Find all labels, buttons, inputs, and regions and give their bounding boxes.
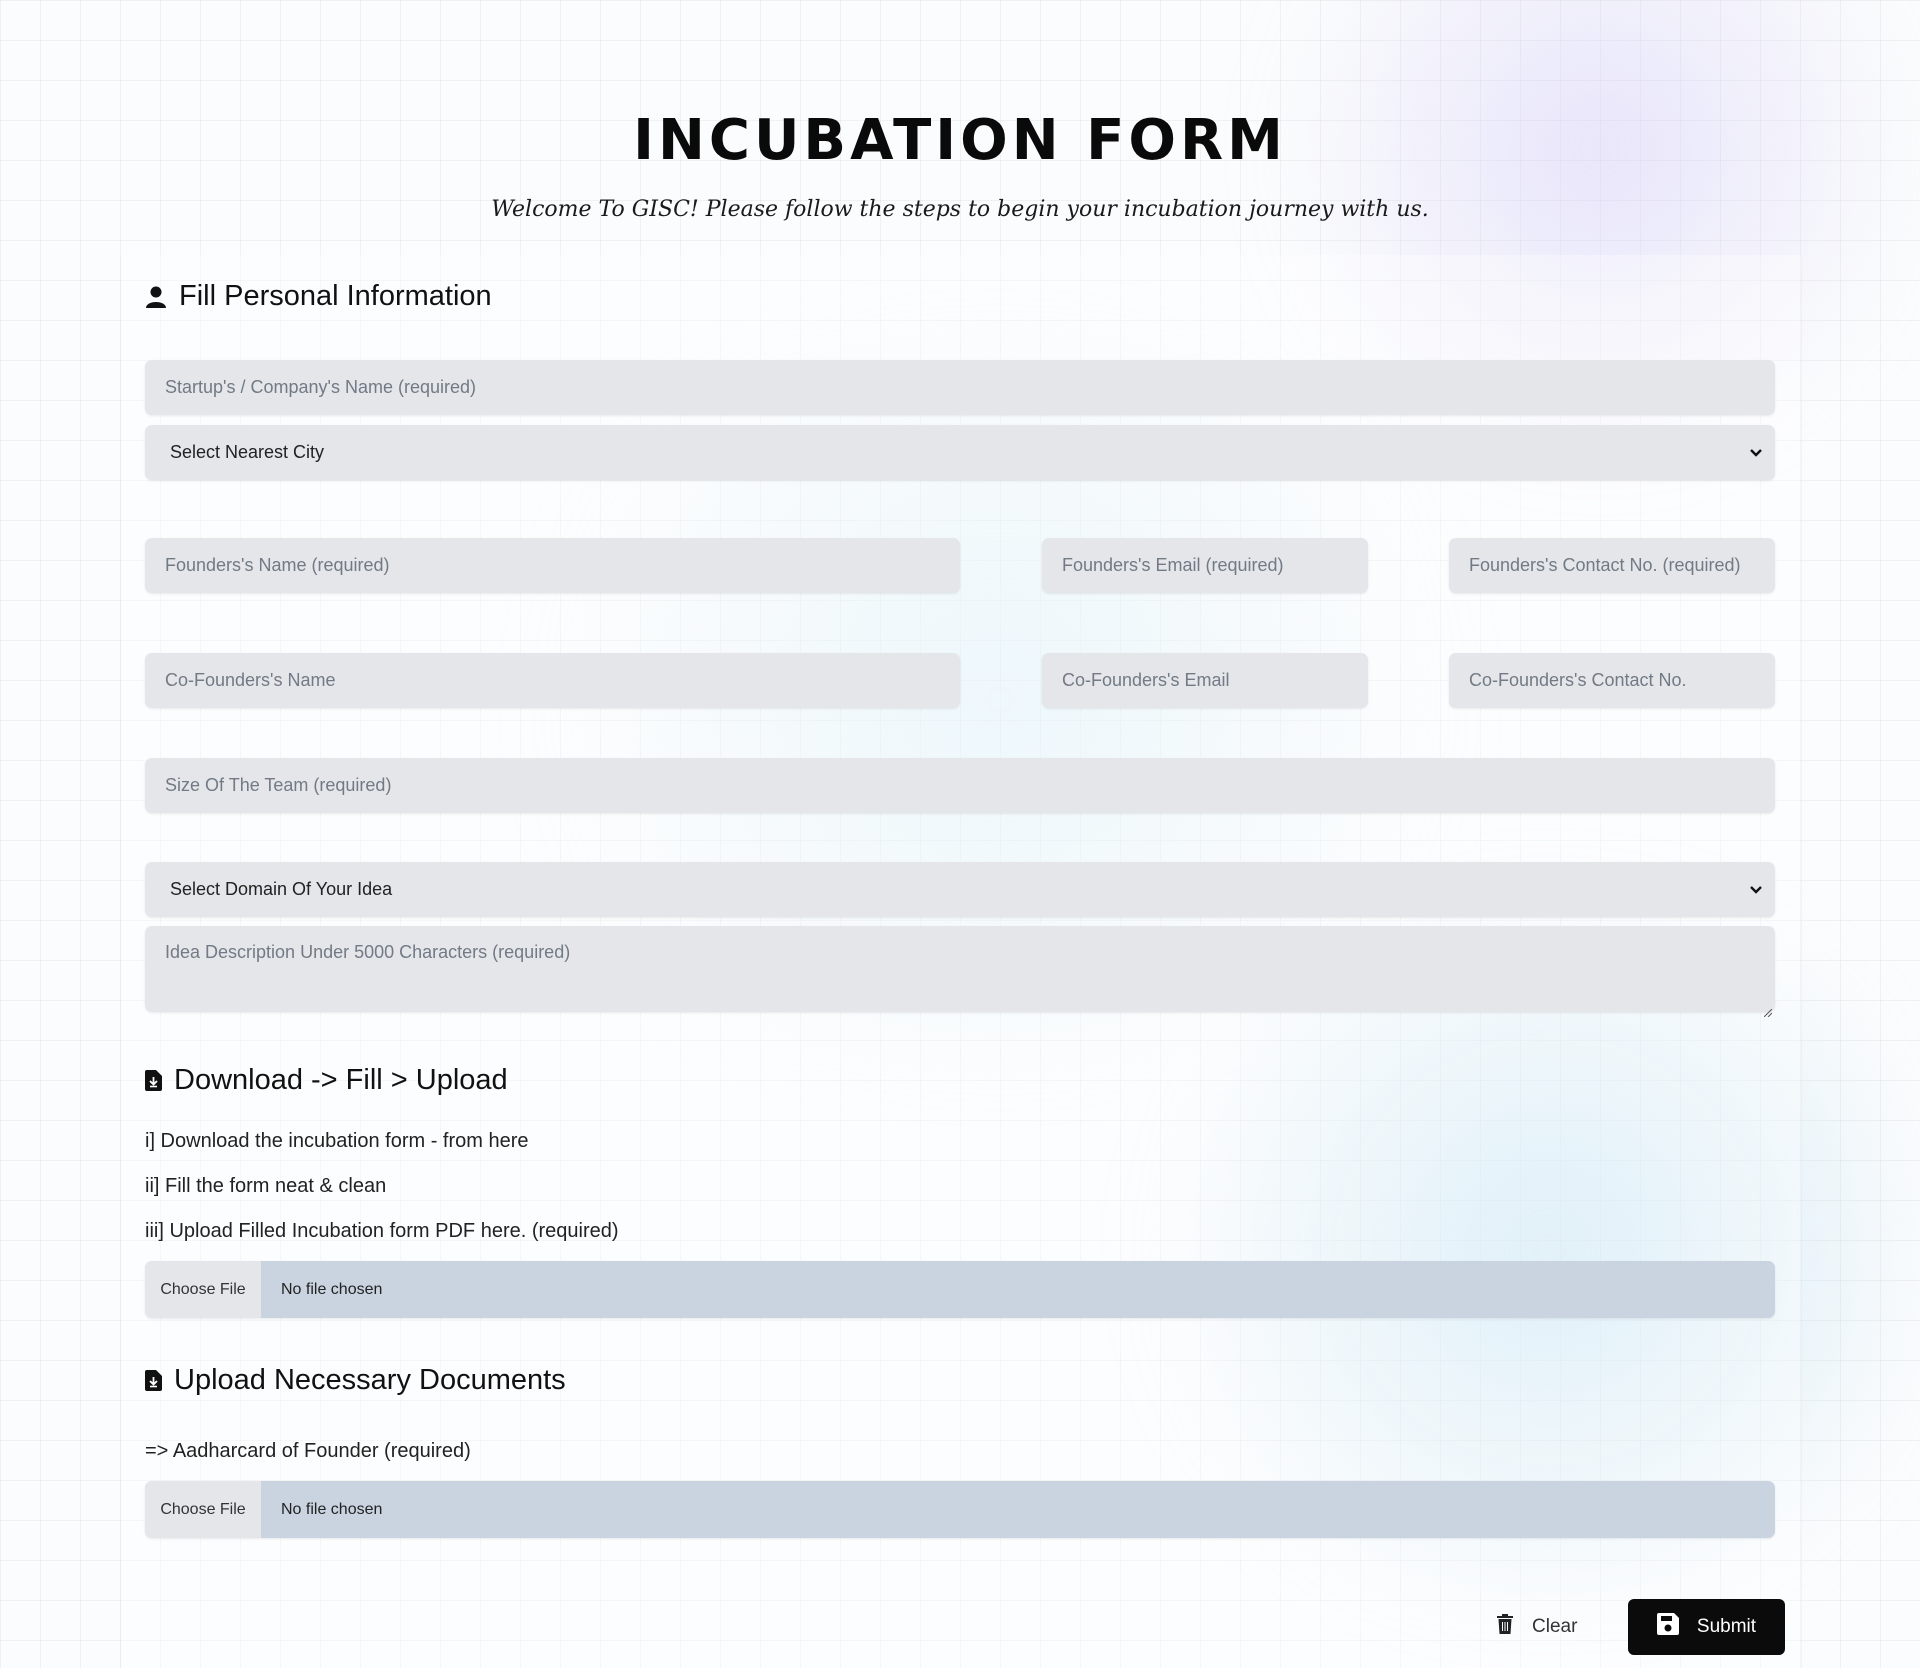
page-subtitle: Welcome To GISC! Please follow the steps…	[491, 197, 1429, 222]
chevron-down-icon	[1749, 445, 1763, 461]
idea-description-textarea[interactable]	[145, 926, 1775, 1012]
team-size-input[interactable]	[145, 758, 1775, 813]
choose-file-button[interactable]: Choose File	[145, 1261, 261, 1318]
aadhar-label: => Aadharcard of Founder (required)	[145, 1440, 471, 1462]
cofounder-contact-input[interactable]	[1449, 653, 1775, 708]
download-heading: Download -> Fill > Upload	[145, 1064, 508, 1097]
save-icon	[1656, 1613, 1679, 1641]
trash-icon	[1496, 1613, 1514, 1641]
aadhar-file-input[interactable]: Choose File No file chosen	[145, 1481, 1775, 1538]
download-heading-text: Download -> Fill > Upload	[174, 1064, 508, 1096]
choose-file-button[interactable]: Choose File	[145, 1481, 261, 1538]
company-name-input[interactable]	[145, 360, 1775, 415]
file-upload-icon	[145, 1370, 162, 1391]
file-status-text: No file chosen	[281, 1500, 383, 1518]
city-select[interactable]: Select Nearest City	[145, 425, 1775, 480]
founder-name-input[interactable]	[145, 538, 960, 593]
file-status-text: No file chosen	[281, 1280, 383, 1298]
cofounder-email-input[interactable]	[1042, 653, 1368, 708]
user-icon	[145, 285, 167, 309]
download-step-2: ii] Fill the form neat & clean	[145, 1175, 387, 1197]
domain-select[interactable]: Select Domain Of Your Idea	[145, 862, 1775, 917]
city-select-value: Select Nearest City	[170, 442, 325, 462]
chevron-down-icon	[1749, 882, 1763, 898]
submit-button-label: Submit	[1696, 1616, 1757, 1637]
download-step-1: i] Download the incubation form - from h…	[145, 1130, 529, 1152]
domain-select-value: Select Domain Of Your Idea	[170, 879, 393, 899]
documents-heading: Upload Necessary Documents	[145, 1364, 566, 1397]
founder-contact-input[interactable]	[1449, 538, 1775, 593]
clear-button[interactable]: Clear	[1496, 1600, 1577, 1654]
clear-button-label: Clear	[1532, 1616, 1578, 1637]
download-step-3: iii] Upload Filled Incubation form PDF h…	[145, 1220, 619, 1242]
file-download-icon	[145, 1070, 162, 1091]
incubation-form-file-input[interactable]: Choose File No file chosen	[145, 1261, 1775, 1318]
resize-handle-icon[interactable]	[1763, 1002, 1773, 1018]
personal-info-heading: Fill Personal Information	[145, 280, 492, 313]
page-title: INCUBATION FORM	[633, 108, 1287, 173]
cofounder-name-input[interactable]	[145, 653, 960, 708]
documents-heading-text: Upload Necessary Documents	[174, 1364, 566, 1396]
submit-button[interactable]: Submit	[1628, 1599, 1785, 1655]
founder-email-input[interactable]	[1042, 538, 1368, 593]
personal-info-heading-text: Fill Personal Information	[179, 280, 492, 312]
